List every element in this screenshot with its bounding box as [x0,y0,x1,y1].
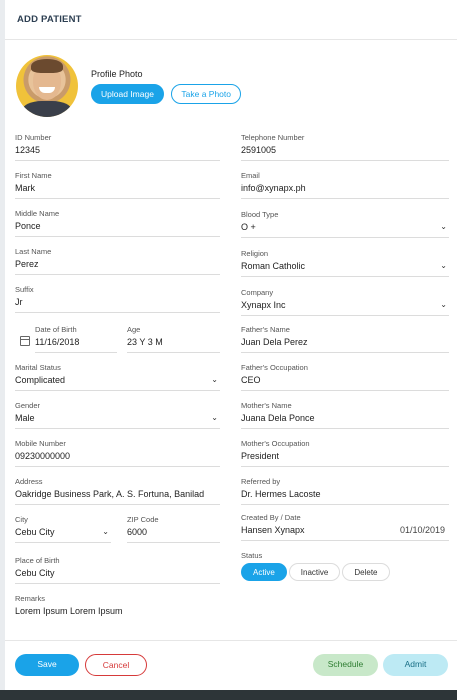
bottom-bar [0,690,457,700]
admit-button[interactable]: Admit [383,654,448,676]
upload-image-button[interactable]: Upload Image [91,83,164,104]
company-select[interactable]: Company Xynapx Inc ⌄ [241,288,449,316]
last-name-field[interactable]: Last Name Perez [15,247,220,275]
date-of-birth-field[interactable]: Date of Birth 11/16/2018 [35,325,117,353]
mothers-occupation-field[interactable]: Mother's Occupation President [241,439,449,467]
status-segmented-control: Active Inactive Delete [241,563,392,581]
mobile-number-field[interactable]: Mobile Number 09230000000 [15,439,220,467]
created-by-field: Created By / Date Hansen Xynapx 01/10/201… [241,513,449,541]
age-field: Age 23 Y 3 M [127,325,220,353]
status-active-button[interactable]: Active [241,563,287,581]
remarks-field[interactable]: Remarks Lorem Ipsum Lorem Ipsum [15,594,220,621]
calendar-icon[interactable] [20,336,30,346]
email-field[interactable]: Email info@xynapx.ph [241,171,449,199]
page-title: ADD PATIENT [5,0,457,40]
place-of-birth-field[interactable]: Place of Birth Cebu City [15,556,220,584]
city-select[interactable]: City Cebu City ⌄ [15,515,111,543]
middle-name-field[interactable]: Middle Name Ponce [15,209,220,237]
first-name-field[interactable]: First Name Mark [15,171,220,199]
mothers-name-field[interactable]: Mother's Name Juana Dela Ponce [241,401,449,429]
chevron-down-icon[interactable]: ⌄ [211,413,218,422]
chevron-down-icon[interactable]: ⌄ [211,375,218,384]
chevron-down-icon[interactable]: ⌄ [440,222,447,231]
status-inactive-button[interactable]: Inactive [288,563,341,581]
fathers-name-field[interactable]: Father's Name Juan Dela Perez [241,325,449,353]
id-number-field[interactable]: ID Number 12345 [15,133,220,161]
take-photo-button[interactable]: Take a Photo [171,83,241,104]
religion-select[interactable]: Religion Roman Catholic ⌄ [241,249,449,277]
status-delete-button[interactable]: Delete [342,563,390,581]
telephone-number-field[interactable]: Telephone Number 2591005 [241,133,449,161]
schedule-button[interactable]: Schedule [313,654,378,676]
zip-code-field[interactable]: ZIP Code 6000 [127,515,220,543]
form-footer: Save Cancel Schedule Admit [5,640,457,690]
blood-type-select[interactable]: Blood Type O + ⌄ [241,210,449,238]
cancel-button[interactable]: Cancel [85,654,147,676]
patient-avatar [16,55,78,117]
address-field[interactable]: Address Oakridge Business Park, A. S. Fo… [15,477,220,505]
save-button[interactable]: Save [15,654,79,676]
fathers-occupation-field[interactable]: Father's Occupation CEO [241,363,449,391]
gender-select[interactable]: Gender Male ⌄ [15,401,220,429]
profile-photo-label: Profile Photo [91,68,143,79]
chevron-down-icon[interactable]: ⌄ [440,300,447,309]
add-patient-card: ADD PATIENT Profile Photo Upload Image T… [5,0,457,690]
status-field: Status [241,551,263,560]
marital-status-select[interactable]: Marital Status Complicated ⌄ [15,363,220,391]
chevron-down-icon[interactable]: ⌄ [102,527,109,536]
suffix-field[interactable]: Suffix Jr [15,285,220,313]
chevron-down-icon[interactable]: ⌄ [440,261,447,270]
profile-photo-section: Profile Photo Upload Image Take a Photo [16,55,241,117]
referred-by-field[interactable]: Referred by Dr. Hermes Lacoste [241,477,449,505]
created-date: 01/10/2019 [399,525,445,535]
